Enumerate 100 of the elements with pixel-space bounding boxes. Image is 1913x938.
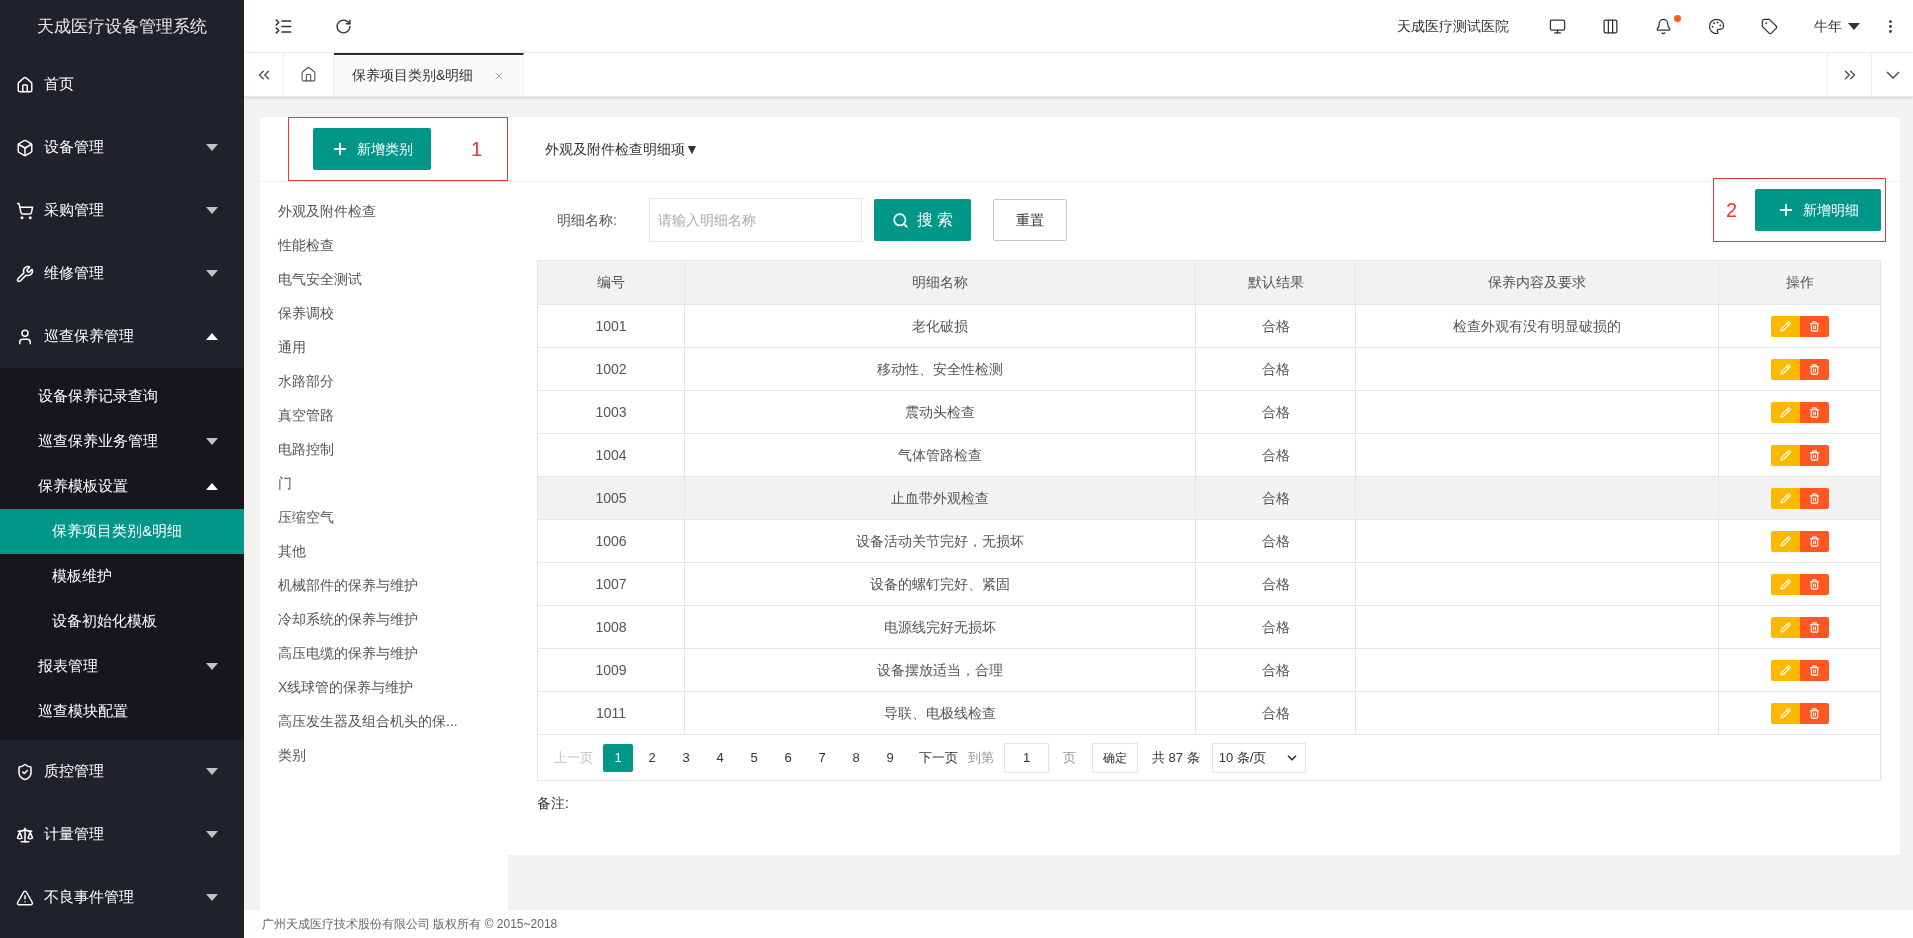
- delete-button[interactable]: [1799, 487, 1829, 509]
- tag-icon[interactable]: [1761, 17, 1778, 35]
- page-size-select[interactable]: 10 条/页: [1211, 742, 1306, 773]
- sidebar-item[interactable]: 设备管理: [0, 116, 244, 179]
- delete-button[interactable]: [1799, 401, 1829, 423]
- bell-icon[interactable]: [1655, 17, 1672, 35]
- search-icon: [892, 211, 909, 229]
- edit-button[interactable]: [1770, 659, 1800, 681]
- category-item[interactable]: 外观及附件检查: [278, 194, 508, 228]
- sidebar-item[interactable]: 质控管理: [0, 740, 244, 803]
- table-row[interactable]: 1011 导联、电极线检查 合格: [538, 692, 1880, 735]
- sidebar-item[interactable]: 巡查保养管理: [0, 305, 244, 368]
- delete-button[interactable]: [1799, 444, 1829, 466]
- page-number[interactable]: 7: [807, 743, 837, 772]
- category-item[interactable]: 电气安全测试: [278, 262, 508, 296]
- edit-button[interactable]: [1770, 315, 1800, 337]
- category-item[interactable]: 门: [278, 466, 508, 500]
- table-cell-text: 合格: [1261, 574, 1290, 594]
- page-number[interactable]: 9: [875, 743, 905, 772]
- page-input[interactable]: 1: [1004, 742, 1049, 773]
- sidebar-subitem[interactable]: 设备保养记录查询: [0, 374, 244, 419]
- reset-button[interactable]: 重置: [993, 199, 1068, 241]
- category-item[interactable]: 机械部件的保养与维护: [278, 568, 508, 602]
- page-number[interactable]: 6: [773, 743, 803, 772]
- table-row[interactable]: 1006 设备活动关节完好，无损坏 合格: [538, 520, 1880, 563]
- category-item[interactable]: 电路控制: [278, 432, 508, 466]
- table-cell-text: 导联、电极线检查: [884, 703, 996, 723]
- table-row[interactable]: 1003 震动头检查 合格: [538, 391, 1880, 434]
- detail-title[interactable]: 外观及附件检查明细项▼: [545, 138, 699, 160]
- table-row[interactable]: 1005 止血带外观检查 合格: [538, 477, 1880, 520]
- category-item[interactable]: 水路部分: [278, 364, 508, 398]
- refresh-icon[interactable]: [335, 17, 352, 35]
- table-row[interactable]: 1007 设备的螺钉完好、紧固 合格: [538, 563, 1880, 606]
- edit-button[interactable]: [1770, 487, 1800, 509]
- page-number[interactable]: 5: [739, 743, 769, 772]
- category-item[interactable]: 高压电缆的保养与维护: [278, 636, 508, 670]
- category-item[interactable]: 通用: [278, 330, 508, 364]
- add-category-button[interactable]: 新增类别: [313, 128, 431, 170]
- sidebar-item[interactable]: 不良事件管理: [0, 866, 244, 929]
- category-item[interactable]: 类别: [278, 738, 508, 772]
- category-item[interactable]: 保养调校: [278, 296, 508, 330]
- delete-button[interactable]: [1799, 573, 1829, 595]
- edit-button[interactable]: [1770, 616, 1800, 638]
- delete-button[interactable]: [1799, 702, 1829, 724]
- table-row[interactable]: 1009 设备摆放适当，合理 合格: [538, 649, 1880, 692]
- remark-label: 备注:: [537, 795, 569, 811]
- edit-button[interactable]: [1770, 573, 1800, 595]
- table-cell-text: 移动性、安全性检测: [877, 359, 1003, 379]
- category-item[interactable]: 性能检查: [278, 228, 508, 262]
- sidebar-subitem[interactable]: 报表管理: [0, 644, 244, 689]
- plus-icon: [331, 140, 349, 158]
- delete-button[interactable]: [1799, 659, 1829, 681]
- search-field[interactable]: 请输入明细名称: [649, 198, 862, 242]
- category-item[interactable]: 真空管路: [278, 398, 508, 432]
- sidebar-item[interactable]: 首页: [0, 53, 244, 116]
- add-detail-button[interactable]: 新增明细: [1755, 189, 1881, 231]
- edit-button[interactable]: [1770, 444, 1800, 466]
- monitor-icon[interactable]: [1549, 17, 1566, 35]
- page-number[interactable]: 4: [705, 743, 735, 772]
- edit-button[interactable]: [1770, 702, 1800, 724]
- sidebar-item[interactable]: 维修管理: [0, 242, 244, 305]
- sidebar-subitem[interactable]: 巡查保养业务管理: [0, 419, 244, 464]
- sidebar-subitem[interactable]: 设备初始化模板: [0, 599, 244, 644]
- table-row[interactable]: 1008 电源线完好无损坏 合格: [538, 606, 1880, 649]
- edit-button[interactable]: [1770, 401, 1800, 423]
- delete-button[interactable]: [1799, 315, 1829, 337]
- category-item[interactable]: 冷却系统的保养与维护: [278, 602, 508, 636]
- delete-button[interactable]: [1799, 530, 1829, 552]
- page-tab[interactable]: 保养项目类别&明细: [334, 53, 525, 96]
- page-number[interactable]: 8: [841, 743, 871, 772]
- table-row[interactable]: 1001 老化破损 合格 检查外观有没有明显破损的: [538, 305, 1880, 348]
- table-row[interactable]: 1002 移动性、安全性检测 合格: [538, 348, 1880, 391]
- category-item[interactable]: 其他: [278, 534, 508, 568]
- shield-icon: [16, 762, 34, 781]
- category-item[interactable]: 压缩空气: [278, 500, 508, 534]
- page-number[interactable]: 3: [671, 743, 701, 772]
- table-cell-text: 1011: [595, 703, 627, 723]
- sidebar-subitem[interactable]: 巡查模块配置: [0, 689, 244, 734]
- next-page-link[interactable]: 下一页: [919, 747, 958, 768]
- delete-button[interactable]: [1799, 616, 1829, 638]
- sidebar-subitem[interactable]: 保养项目类别&明细: [0, 509, 244, 554]
- edit-button[interactable]: [1770, 358, 1800, 380]
- menu-icon[interactable]: [274, 16, 293, 36]
- category-item[interactable]: 高压发生器及组合机头的保...: [278, 704, 508, 738]
- delete-button[interactable]: [1799, 358, 1829, 380]
- palette-icon[interactable]: [1708, 17, 1725, 35]
- edit-button[interactable]: [1770, 530, 1800, 552]
- search-button[interactable]: 搜 索: [874, 199, 972, 241]
- sidebar-subitem[interactable]: 模板维护: [0, 554, 244, 599]
- sidebar-item[interactable]: 采购管理: [0, 179, 244, 242]
- sidebar-subitem[interactable]: 保养模板设置: [0, 464, 244, 509]
- pencil-icon: [1779, 406, 1791, 418]
- category-item[interactable]: X线球管的保养与维护: [278, 670, 508, 704]
- sidebar-item[interactable]: 计量管理: [0, 803, 244, 866]
- panels-icon[interactable]: [1602, 17, 1619, 35]
- table-row[interactable]: 1004 气体管路检查 合格: [538, 434, 1880, 477]
- page-number[interactable]: 1: [603, 743, 633, 772]
- page-number[interactable]: 2: [637, 743, 667, 772]
- user-menu[interactable]: 牛年: [1814, 15, 1860, 37]
- confirm-button[interactable]: 确定: [1092, 742, 1138, 773]
